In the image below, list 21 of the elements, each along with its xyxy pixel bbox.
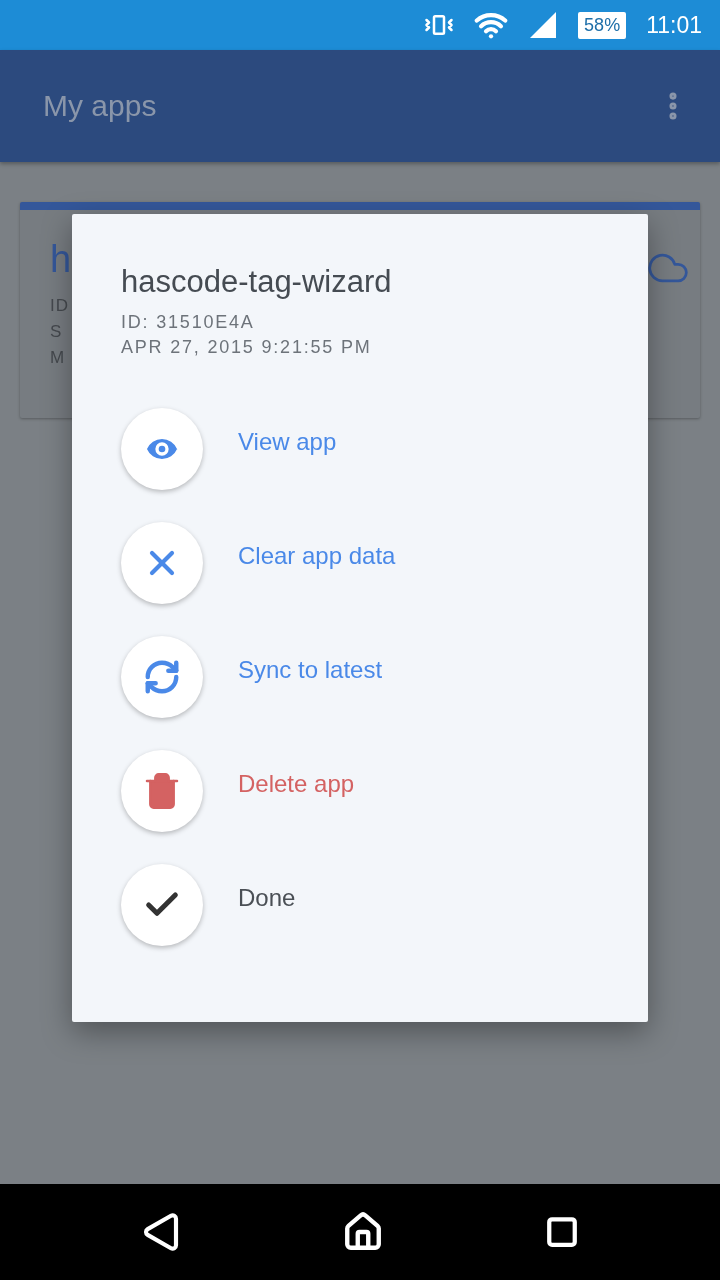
sync-icon	[143, 658, 181, 696]
app-id: ID: 31510E4A	[121, 311, 255, 334]
battery-indicator: 58%	[578, 11, 627, 39]
action-label[interactable]: Sync to latest	[238, 656, 383, 684]
clock-time: 11:01	[646, 11, 702, 39]
action-label[interactable]: Clear app data	[238, 542, 396, 570]
dialog-title: hascode-tag-wizard	[121, 264, 392, 300]
sync-button[interactable]	[121, 636, 203, 718]
done-button[interactable]	[121, 864, 203, 946]
signal-icon	[528, 10, 559, 40]
app-date: APR 27, 2015 9:21:55 PM	[121, 336, 372, 359]
action-label[interactable]: Delete app	[238, 770, 355, 798]
card-title: h	[50, 238, 72, 281]
recents-icon[interactable]	[545, 1215, 580, 1249]
action-label[interactable]: View app	[238, 428, 337, 456]
app-bar-title: My apps	[43, 89, 157, 123]
view-app-button[interactable]	[121, 408, 203, 490]
action-label[interactable]: Done	[238, 884, 296, 912]
clear-data-button[interactable]	[121, 522, 203, 604]
delete-button[interactable]	[121, 750, 203, 832]
home-icon[interactable]	[342, 1211, 384, 1253]
